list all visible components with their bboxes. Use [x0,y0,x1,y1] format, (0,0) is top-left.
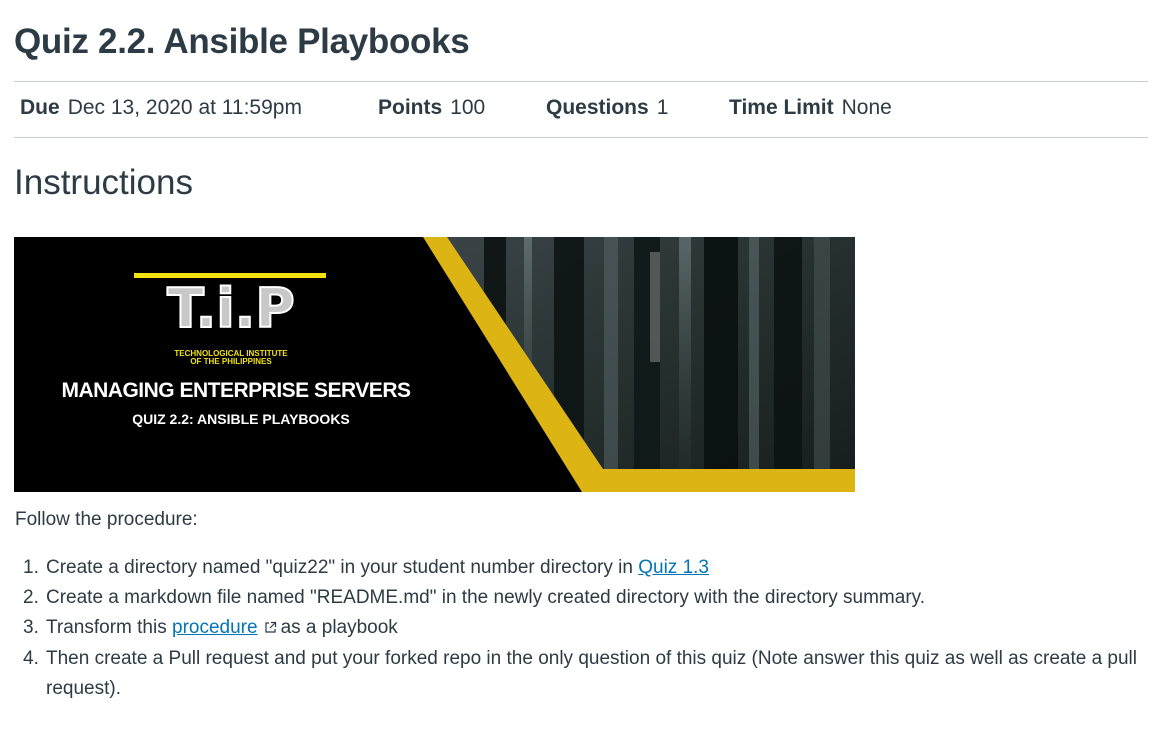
step-text: Then create a Pull request and put your … [46,648,1137,699]
divider [14,137,1148,138]
procedure-link[interactable]: procedure [172,617,258,638]
time-limit-detail: Time Limit None [729,96,892,120]
due-detail: Due Dec 13, 2020 at 11:59pm [20,96,302,120]
questions-detail: Questions 1 [546,96,668,120]
step-text: as a playbook [280,617,398,638]
course-banner-image: T.i.P TECHNOLOGICAL INSTITUTE OF THE PHI… [14,237,855,492]
list-item: 4. Then create a Pull request and put you… [23,644,1148,704]
banner-institute-line2: OF THE PHILIPPINES [190,357,272,366]
step-text: Create a markdown file named "README.md"… [46,587,926,608]
list-item: 3. Transform this procedure as a playbook [23,613,1148,644]
points-label: Points [378,96,443,119]
step-text: Transform this [46,617,172,638]
list-item: 2. Create a markdown file named "README.m… [23,583,1148,613]
banner-quiz-title: QUIZ 2.2: ANSIBLE PLAYBOOKS [132,411,350,427]
points-detail: Points 100 [378,96,485,120]
questions-label: Questions [546,96,649,119]
quiz-1-3-link[interactable]: Quiz 1.3 [638,557,709,578]
quiz-page: Quiz 2.2. Ansible Playbooks Due Dec 13, 2… [0,0,1174,755]
banner-logo-text: T.i.P [167,277,295,340]
questions-value: 1 [656,96,669,119]
due-label: Due [20,96,60,119]
time-limit-label: Time Limit [729,96,834,119]
divider [14,81,1148,82]
step-text: Create a directory named "quiz22" in you… [46,557,639,578]
page-title: Quiz 2.2. Ansible Playbooks [14,22,470,61]
step-number: 1. [23,557,39,578]
procedure-list: 1. Create a directory named "quiz22" in y… [23,553,1148,704]
points-value: 100 [450,96,486,119]
due-value: Dec 13, 2020 at 11:59pm [67,96,302,119]
external-link-icon [264,614,277,644]
step-number: 2. [23,587,39,608]
instructions-heading: Instructions [14,163,193,202]
banner-course-title: MANAGING ENTERPRISE SERVERS [61,379,410,402]
time-limit-value: None [841,96,892,119]
list-item: 1. Create a directory named "quiz22" in y… [23,553,1148,583]
step-number: 4. [23,648,39,669]
instructions-intro: Follow the procedure: [15,509,198,530]
step-number: 3. [23,617,39,638]
